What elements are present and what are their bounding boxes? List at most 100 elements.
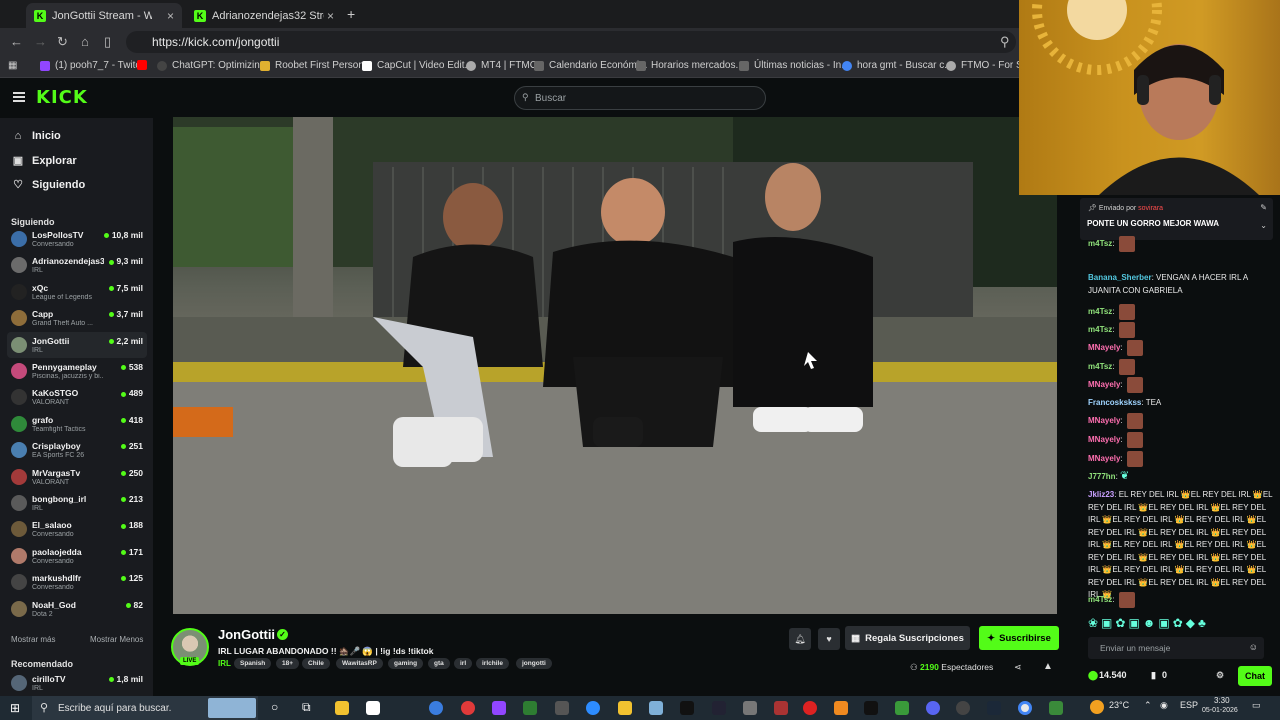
chat-message[interactable]: MNayely: <box>1088 432 1273 448</box>
reload-icon[interactable]: ↻ <box>57 34 68 50</box>
tray-arrow-icon[interactable]: ⌃ <box>1144 700 1152 711</box>
chat-message[interactable]: J777hn: ❦ <box>1088 470 1273 484</box>
edge-icon[interactable] <box>429 701 443 715</box>
app-red-icon[interactable] <box>461 701 475 715</box>
chat-username[interactable]: Francoskskss <box>1088 398 1141 407</box>
follow-heart-icon[interactable]: ♥ <box>818 628 840 650</box>
pinned-message[interactable]: 📌︎ Enviado por sovirara PONTE UN GORRO M… <box>1080 198 1273 240</box>
zoom-app-icon[interactable] <box>586 701 600 715</box>
sidebar-channel[interactable]: markushdlfr Conversando 125 <box>7 569 147 595</box>
sidebar-channel[interactable]: Adrianozendejas32 IRL 9,3 mil <box>7 252 147 278</box>
app-green2-icon[interactable] <box>1049 701 1063 715</box>
bookmark-roobet[interactable]: Roobet First Person... <box>260 60 372 71</box>
stream-tag[interactable]: irl <box>454 658 473 669</box>
chat-message[interactable]: m4Tsz: <box>1088 322 1273 338</box>
sidebar-channel[interactable]: MrVargasTv VALORANT 250 <box>7 464 147 490</box>
nav-siguiendo[interactable]: ♡ Siguiendo <box>12 178 85 192</box>
chat-message[interactable]: m4Tsz: <box>1088 304 1273 320</box>
steam-icon[interactable] <box>987 701 1001 715</box>
split-view-icon[interactable]: ▯ <box>104 34 111 50</box>
chat-username[interactable]: J777hn <box>1088 472 1116 481</box>
chevron-down-icon[interactable]: ⌄ <box>1260 221 1267 230</box>
forward-icon[interactable]: → <box>34 34 47 49</box>
chat-message[interactable]: m4Tsz: <box>1088 236 1273 252</box>
sidebar-channel[interactable]: LosPollosTV Conversando 10,8 mil <box>7 226 147 252</box>
emoji-icon[interactable]: ☺ <box>1249 642 1258 652</box>
sidebar-channel[interactable]: KaKoSTGO VALORANT 489 <box>7 384 147 410</box>
notifications-icon[interactable]: ▭ <box>1252 700 1261 711</box>
unpin-icon[interactable]: ✎ <box>1260 203 1267 212</box>
app-red2-icon[interactable] <box>774 701 788 715</box>
chat-username[interactable]: Banana_Sherber <box>1088 273 1152 282</box>
new-tab-button[interactable]: + <box>347 6 355 22</box>
channel-name[interactable]: JonGottii <box>218 627 275 642</box>
chat-username[interactable]: MNayely <box>1088 343 1120 352</box>
share-icon[interactable]: ⋖ <box>1014 662 1022 673</box>
stream-tag[interactable]: Spanish <box>234 658 272 669</box>
task-view-icon[interactable]: ⧉ <box>302 700 311 715</box>
tab-jongottii[interactable]: K JonGottii Stream - Watch L... × <box>26 3 182 28</box>
search-input[interactable]: ⚲ Buscar <box>514 86 766 110</box>
close-tab-icon[interactable]: × <box>167 9 174 23</box>
chat-message[interactable]: Francoskskss: TEA <box>1088 397 1273 410</box>
sidebar-channel[interactable]: El_salaoo Conversando 188 <box>7 516 147 542</box>
chat-username[interactable]: MNayely <box>1088 435 1120 444</box>
stream-tag[interactable]: gta <box>428 658 450 669</box>
sidebar-channel[interactable]: grafo Teamfight Tactics 418 <box>7 411 147 437</box>
bookmark-hora-gmt[interactable]: hora gmt - Buscar c... <box>842 60 953 71</box>
opera-icon[interactable] <box>803 701 817 715</box>
app-dark-icon[interactable] <box>712 701 726 715</box>
channel-points[interactable]: 14.540 <box>1099 670 1127 680</box>
chat-message[interactable]: MNayely: <box>1088 451 1273 467</box>
clock-time[interactable]: 3:30 <box>1214 696 1230 705</box>
app-gray-icon[interactable] <box>555 701 569 715</box>
bookmark-noticias[interactable]: Últimas noticias - In... <box>739 60 850 71</box>
chrome-icon[interactable] <box>1018 701 1032 715</box>
language-indicator[interactable]: ESP <box>1180 700 1198 710</box>
stream-tag[interactable]: irlchile <box>476 658 509 669</box>
url-input[interactable]: https://kick.com/jongottii <box>126 31 1016 53</box>
bookmark-ftmo[interactable]: MT4 | FTMO <box>466 60 537 71</box>
apps-icon[interactable]: ▦ <box>8 60 17 71</box>
file-explorer-icon[interactable] <box>335 701 349 715</box>
chat-username[interactable]: m4Tsz <box>1088 325 1112 334</box>
bookmark-capcut[interactable]: CapCut | Video Edit... <box>362 60 473 71</box>
bookmark-horarios[interactable]: Horarios mercados... <box>636 60 744 71</box>
sidebar-channel[interactable]: Pennygameplay Piscinas, jacuzzis y bi... 5… <box>7 358 147 384</box>
network-icon[interactable]: ◉ <box>1160 700 1168 711</box>
sidebar-channel[interactable]: bongbong_irl IRL 213 <box>7 490 147 516</box>
bookmark-youtube[interactable] <box>137 60 152 70</box>
bookmark-calendario[interactable]: Calendario Económi... <box>534 60 647 71</box>
minecraft-icon[interactable] <box>895 701 909 715</box>
app-orange-icon[interactable] <box>834 701 848 715</box>
emote-bar[interactable]: ❀▣✿▣☻▣✿◆♣ <box>1088 616 1273 632</box>
subscribe-button[interactable]: ✦ Suscribirse <box>979 626 1059 650</box>
notepad-icon[interactable] <box>366 701 380 715</box>
show-more-button[interactable]: Mostrar más <box>11 635 55 644</box>
chat-username[interactable]: m4Tsz <box>1088 307 1112 316</box>
tiktok-icon[interactable] <box>864 701 878 715</box>
chat-username[interactable]: m4Tsz <box>1088 595 1112 604</box>
app-blue-icon[interactable] <box>649 701 663 715</box>
bookmark-chatgpt[interactable]: ChatGPT: Optimizin... <box>157 60 268 71</box>
close-tab-icon[interactable]: × <box>327 9 334 23</box>
sidebar-channel[interactable]: Capp Grand Theft Auto ... 3,7 mil <box>7 305 147 331</box>
taskbar-search[interactable]: ⚲ Escribe aquí para buscar. <box>32 696 258 720</box>
windows-start-icon[interactable]: ⊞ <box>10 701 20 715</box>
chat-message[interactable]: m4Tsz: <box>1088 359 1273 375</box>
chat-message[interactable]: m4Tsz: <box>1088 592 1273 608</box>
cortana-icon[interactable]: ○ <box>271 700 278 714</box>
discord-icon[interactable] <box>926 701 940 715</box>
sidebar-channel[interactable]: paolaojedda Conversando 171 <box>7 543 147 569</box>
weather-temp[interactable]: 23°C <box>1109 700 1129 710</box>
chat-input[interactable]: Enviar un mensaje ☺ <box>1088 637 1264 659</box>
chat-message[interactable]: MNayely: <box>1088 340 1273 356</box>
chat-username[interactable]: MNayely <box>1088 416 1120 425</box>
show-less-button[interactable]: Mostrar Menos <box>90 635 143 644</box>
app-green-icon[interactable] <box>523 701 537 715</box>
tab-adrianozendejas[interactable]: K Adrianozendejas32 Stream - W... × <box>186 3 342 28</box>
notification-bell-icon[interactable]: 🔔︎ <box>789 628 811 650</box>
app-gray2-icon[interactable] <box>743 701 757 715</box>
chat-send-button[interactable]: Chat <box>1238 666 1272 686</box>
report-icon[interactable]: ▲ <box>1043 661 1053 672</box>
